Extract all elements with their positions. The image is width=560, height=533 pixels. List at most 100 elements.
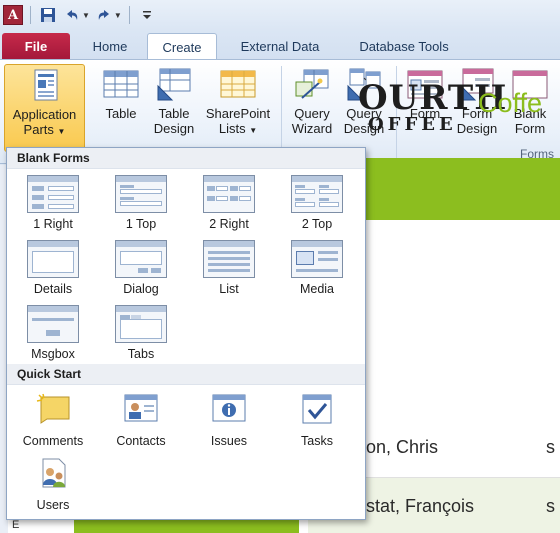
query-wizard-icon xyxy=(295,69,329,99)
toolbar-separator xyxy=(128,6,130,24)
users-icon xyxy=(42,458,66,488)
contacts-icon xyxy=(124,394,158,422)
query-wizard-label: Query xyxy=(294,106,330,121)
gallery-item-label: Issues xyxy=(210,434,248,448)
chevron-down-icon: ▼ xyxy=(57,127,66,136)
gallery-item-label: Users xyxy=(36,498,70,512)
blank-forms-header: Blank Forms xyxy=(7,148,365,169)
undo-icon[interactable] xyxy=(62,5,82,25)
quick-start-grid: Comments Contacts Issues Tasks Users xyxy=(7,385,365,519)
gallery-item-list[interactable]: List xyxy=(189,240,269,296)
form-template-icon xyxy=(203,240,255,278)
form-design-label-2: Design xyxy=(456,121,498,136)
application-parts-label-2: Parts ▼ xyxy=(23,122,66,137)
gallery-item-1-right[interactable]: 1 Right xyxy=(13,175,93,231)
gallery-item-label: List xyxy=(219,282,239,296)
gallery-item-label: Media xyxy=(299,282,335,296)
comments-icon xyxy=(36,393,70,424)
save-icon[interactable] xyxy=(38,5,58,25)
logo-subtext: OFFEE xyxy=(368,114,457,135)
tasks-icon xyxy=(302,394,332,424)
tab-file[interactable]: File xyxy=(2,33,70,60)
table-icon xyxy=(103,70,139,98)
redo-dropdown-icon[interactable]: ▼ xyxy=(114,11,122,20)
query-wizard-label-2: Wizard xyxy=(291,121,333,136)
gallery-item-tasks[interactable]: Tasks xyxy=(277,393,357,448)
sharepoint-lists-label-2: Lists ▼ xyxy=(218,121,258,136)
row-email-cell: s xyxy=(546,496,555,516)
sharepoint-lists-label: SharePoint xyxy=(205,106,271,121)
gallery-item-issues[interactable]: Issues xyxy=(189,393,269,448)
tab-create[interactable]: Create xyxy=(147,33,217,61)
table-design-label: Table xyxy=(158,106,190,121)
gallery-item-1-top[interactable]: 1 Top xyxy=(101,175,181,231)
form-template-icon xyxy=(27,175,79,213)
blank-form-label-2: Form xyxy=(514,121,546,136)
application-parts-button[interactable]: Application Parts ▼ xyxy=(4,64,85,152)
record-marker: E xyxy=(12,519,20,531)
gallery-item-msgbox[interactable]: Msgbox xyxy=(13,305,93,361)
form-template-icon xyxy=(291,240,343,278)
gallery-item-label: Dialog xyxy=(123,282,159,296)
query-wizard-button[interactable]: Query Wizard xyxy=(288,64,336,136)
gallery-item-label: Tabs xyxy=(127,347,155,361)
application-parts-gallery: Blank Forms 1 Right 1 Top 2 Right 2 Top … xyxy=(6,147,366,520)
undo-dropdown-icon[interactable]: ▼ xyxy=(82,11,90,20)
gallery-item-tabs[interactable]: Tabs xyxy=(101,305,181,361)
footer-band xyxy=(74,520,299,533)
chevron-down-icon: ▼ xyxy=(249,126,258,135)
gallery-item-label: 2 Top xyxy=(301,217,333,231)
logo-accent-text: Coffe xyxy=(478,88,543,118)
table-design-label-2: Design xyxy=(153,121,195,136)
table-button[interactable]: Table xyxy=(98,64,144,121)
tab-home[interactable]: Home xyxy=(82,33,138,60)
tab-external-data[interactable]: External Data xyxy=(228,33,332,60)
gallery-item-label: Details xyxy=(33,282,73,296)
gallery-item-users[interactable]: Users xyxy=(13,457,93,512)
access-app-icon[interactable]: A xyxy=(3,5,23,25)
form-template-icon xyxy=(203,175,255,213)
form-template-icon xyxy=(27,305,79,343)
form-template-icon xyxy=(115,175,167,213)
row-name-cell: stat, François xyxy=(366,496,475,516)
toolbar-separator xyxy=(30,6,31,24)
ribbon-tabs: File Home Create External Data Database … xyxy=(0,30,560,61)
column-header-name: e xyxy=(366,390,376,409)
group-separator xyxy=(281,66,282,158)
application-parts-label: Application xyxy=(12,107,77,122)
gallery-item-dialog[interactable]: Dialog xyxy=(101,240,181,296)
application-parts-icon xyxy=(34,69,57,101)
quick-start-header: Quick Start xyxy=(7,364,365,385)
gallery-item-label: Comments xyxy=(22,434,84,448)
gallery-item-label: Tasks xyxy=(301,434,333,448)
table-design-icon xyxy=(157,68,191,101)
form-template-icon xyxy=(27,240,79,278)
gallery-item-comments[interactable]: Comments xyxy=(13,393,93,448)
gallery-item-2-right[interactable]: 2 Right xyxy=(189,175,269,231)
gallery-item-label: Contacts xyxy=(116,434,166,448)
customize-qat-icon[interactable] xyxy=(137,5,157,25)
issues-icon xyxy=(212,394,246,422)
column-header-email: E- xyxy=(544,390,560,409)
gallery-item-label: Msgbox xyxy=(31,347,75,361)
sharepoint-lists-icon xyxy=(220,70,256,98)
gallery-item-2-top[interactable]: 2 Top xyxy=(277,175,357,231)
gallery-item-media[interactable]: Media xyxy=(277,240,357,296)
blank-forms-grid: 1 Right 1 Top 2 Right 2 Top Details Dial… xyxy=(7,169,365,364)
gallery-item-label: 1 Right xyxy=(33,217,73,231)
gallery-item-label: 1 Top xyxy=(125,217,157,231)
form-template-icon xyxy=(115,240,167,278)
gallery-item-label: 2 Right xyxy=(209,217,249,231)
table-design-button[interactable]: Table Design xyxy=(150,64,198,136)
row-name-cell: on, Chris xyxy=(366,437,439,457)
table-label: Table xyxy=(105,106,137,121)
gallery-item-contacts[interactable]: Contacts xyxy=(101,393,181,448)
gallery-item-details[interactable]: Details xyxy=(13,240,93,296)
row-email-cell: s xyxy=(546,437,555,457)
tab-database-tools[interactable]: Database Tools xyxy=(346,33,462,60)
sharepoint-lists-button[interactable]: SharePoint Lists ▼ xyxy=(202,64,274,138)
form-template-icon xyxy=(115,305,167,343)
redo-icon[interactable] xyxy=(94,5,114,25)
form-template-icon xyxy=(291,175,343,213)
quick-access-toolbar: A ▼ ▼ xyxy=(0,0,560,30)
